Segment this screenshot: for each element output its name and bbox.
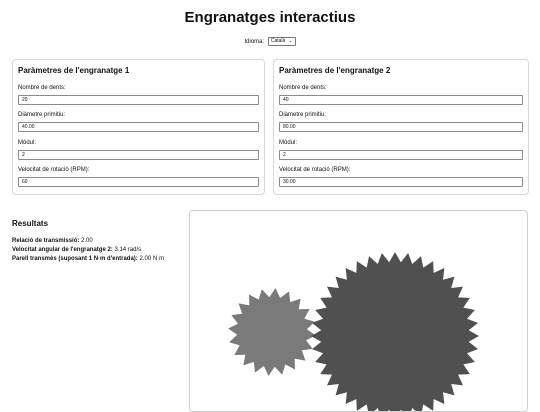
ratio-value: 2.00: [81, 238, 93, 244]
gear1-shape: [228, 288, 316, 376]
gear1-heading: Paràmetres de l'engranatge 1: [18, 66, 130, 75]
gear2-module-label: Mòdul:: [279, 140, 298, 146]
ratio-label: Relació de transmissió:: [12, 238, 80, 244]
gear1-panel: Paràmetres de l'engranatge 1 Nombre de d…: [12, 59, 265, 195]
results-heading: Resultats: [12, 219, 49, 228]
gear2-diameter-input[interactable]: 80.00: [279, 122, 523, 132]
gear1-speed-label: Velocitat de rotació (RPM):: [18, 167, 90, 173]
angular-line: Velocitat angular de l'engranatge 2: 3.1…: [12, 246, 177, 255]
gear-canvas[interactable]: [189, 210, 528, 412]
gear1-speed-input[interactable]: 60: [18, 177, 259, 187]
gear1-module-input[interactable]: 2: [18, 150, 259, 160]
gear1-diameter-label: Diàmetre primitiu:: [18, 112, 66, 118]
gear1-teeth-input[interactable]: 20: [18, 95, 259, 105]
language-select-value: Català: [270, 38, 286, 44]
gear2-heading: Paràmetres de l'engranatge 2: [279, 66, 391, 75]
gear2-diameter-label: Diàmetre primitiu:: [279, 112, 327, 118]
language-select[interactable]: Català ⌄: [267, 37, 296, 46]
torque-line: Parell transmès (suposant 1 N·m d'entrad…: [12, 255, 177, 264]
gear2-panel: Paràmetres de l'engranatge 2 Nombre de d…: [273, 59, 529, 195]
gear1-teeth-label: Nombre de dents:: [18, 85, 66, 91]
gear2-speed-input[interactable]: 30.00: [279, 177, 523, 187]
gear2-speed-label: Velocitat de rotació (RPM):: [279, 167, 351, 173]
language-label: Idioma:: [244, 39, 265, 46]
torque-label: Parell transmès (suposant 1 N·m d'entrad…: [12, 256, 138, 262]
results-block: Relació de transmissió: 2.00 Velocitat a…: [12, 237, 177, 264]
chevron-down-icon: ⌄: [288, 38, 293, 44]
ratio-line: Relació de transmissió: 2.00: [12, 237, 177, 246]
gear1-diameter-input[interactable]: 40.00: [18, 122, 259, 132]
torque-value: 2.00 N·m: [139, 256, 165, 262]
gear2-teeth-label: Nombre de dents:: [279, 85, 327, 91]
gear1-module-label: Mòdul:: [18, 140, 37, 146]
gear-drawing: [228, 252, 479, 411]
gear2-shape: [311, 252, 479, 411]
language-row: Idioma: Català ⌄: [0, 37, 540, 46]
page-title: Engranatges interactius: [184, 9, 356, 26]
angular-value: 3.14 rad/s: [114, 247, 142, 253]
gear2-teeth-input[interactable]: 40: [279, 95, 523, 105]
gear2-module-input[interactable]: 2: [279, 150, 523, 160]
angular-label: Velocitat angular de l'engranatge 2:: [12, 247, 113, 253]
